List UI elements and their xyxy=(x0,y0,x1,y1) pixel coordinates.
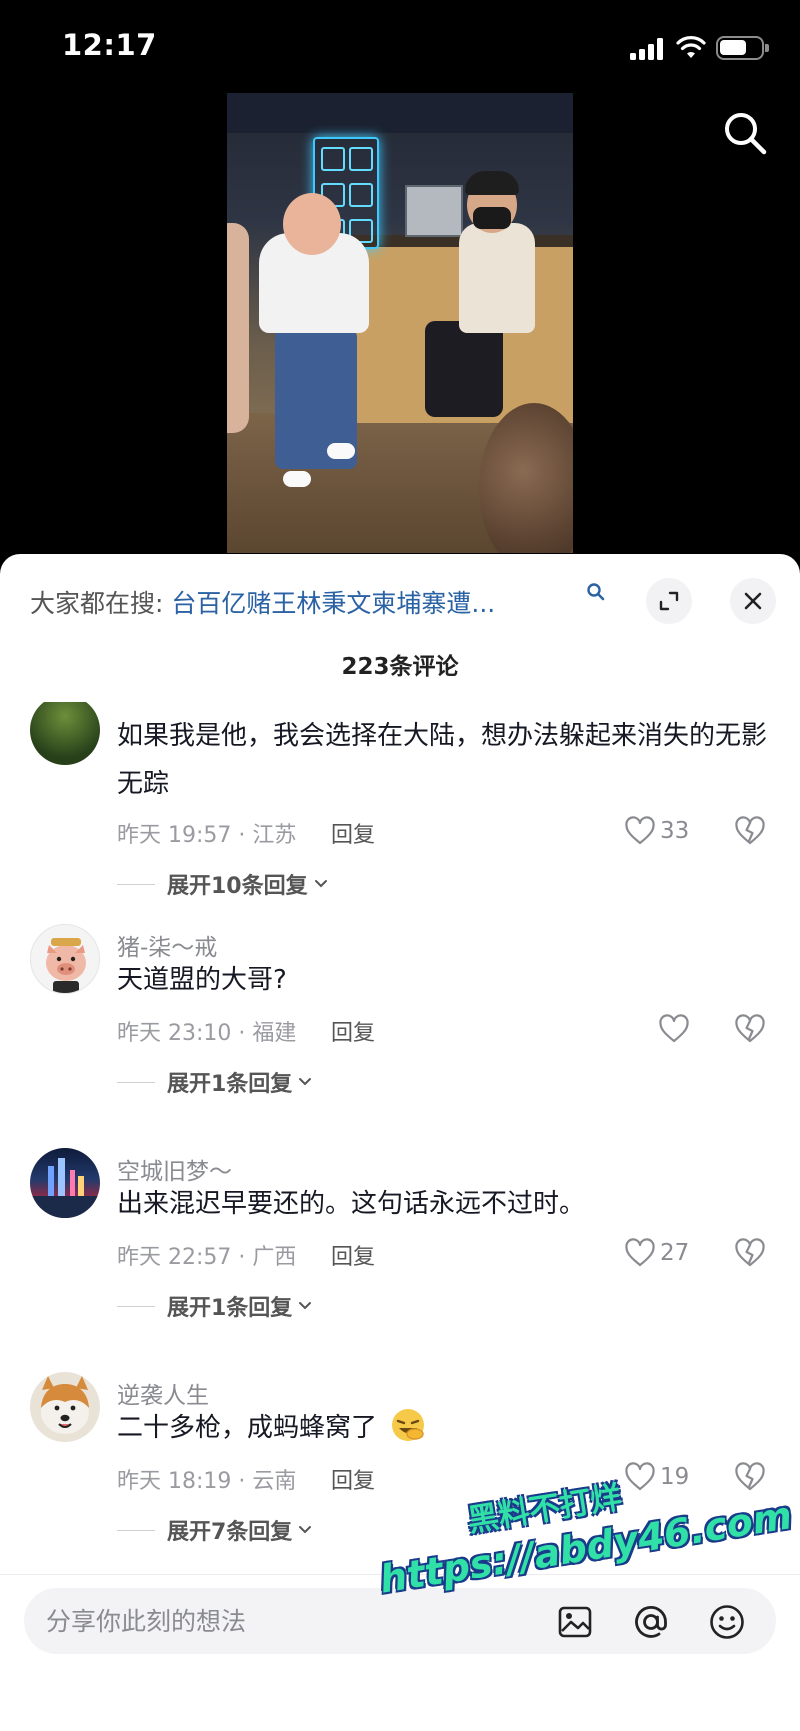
expand-replies[interactable]: 展开10条回复 xyxy=(117,868,328,900)
like-count: 27 xyxy=(660,1240,690,1266)
close-icon xyxy=(744,592,762,610)
like-button[interactable]: 19 xyxy=(624,1460,689,1494)
comment-text: 出来混迟早要还的。这句话永远不过时。 xyxy=(117,1189,586,1219)
reply-button[interactable]: 回复 xyxy=(331,1239,375,1271)
comment-text: 如果我是他，我会选择在大陆，想办法躲起来消失的无影无踪 xyxy=(117,721,768,799)
expand-replies[interactable]: 展开1条回复 xyxy=(117,1066,312,1098)
comment-text: 天道盟的大哥? xyxy=(117,965,287,995)
like-count: 19 xyxy=(660,1464,690,1490)
heart-icon xyxy=(625,1462,655,1491)
status-bar: 12:17 xyxy=(0,0,800,92)
comment-item: 空城旧梦～ 出来混迟早要还的。这句话永远不过时。 昨天 22:57 · 广西 回… xyxy=(0,1148,800,1358)
comment-meta: 昨天 23:10 · 福建 xyxy=(117,1021,297,1046)
expand-replies-label: 展开1条回复 xyxy=(167,1072,293,1097)
trending-search-prefix: 大家都在搜: xyxy=(30,589,164,618)
comment-meta: 昨天 19:57 · 江苏 xyxy=(117,823,297,848)
expand-icon xyxy=(659,591,679,611)
chevron-down-icon xyxy=(299,1302,312,1310)
avatar[interactable] xyxy=(30,924,100,994)
chevron-down-icon xyxy=(314,880,327,888)
comment-meta: 昨天 22:57 · 广西 xyxy=(117,1245,297,1270)
trending-search-query[interactable]: 台百亿赌王林秉文柬埔寨遭... xyxy=(171,589,495,618)
like-button[interactable] xyxy=(658,1012,694,1046)
heart-icon xyxy=(625,1238,655,1267)
expand-replies[interactable]: 展开7条回复 xyxy=(117,1514,312,1546)
comment-input-bar xyxy=(24,1588,776,1654)
comment-item: 猪-柒～戒 天道盟的大哥? 昨天 23:10 · 福建 回复 展开1条回复 xyxy=(0,924,800,1134)
like-button[interactable]: 33 xyxy=(624,814,689,848)
expand-replies-label: 展开1条回复 xyxy=(167,1296,293,1321)
expand-replies[interactable]: 展开1条回复 xyxy=(117,1290,312,1322)
comment-item: 如果我是他，我会选择在大陆，想办法躲起来消失的无影无踪 昨天 19:57 · 江… xyxy=(0,702,800,899)
trending-search[interactable]: 大家都在搜: 台百亿赌王林秉文柬埔寨遭... xyxy=(30,584,495,620)
emoji-icon[interactable] xyxy=(708,1603,746,1641)
avatar[interactable] xyxy=(30,702,100,765)
heart-icon xyxy=(625,816,655,845)
heart-icon xyxy=(659,1014,689,1043)
avatar[interactable] xyxy=(30,1372,100,1442)
broken-heart-icon[interactable] xyxy=(734,816,766,846)
at-icon[interactable] xyxy=(632,1603,670,1641)
status-time: 12:17 xyxy=(62,28,157,62)
image-icon[interactable] xyxy=(556,1603,594,1641)
comment-input[interactable] xyxy=(46,1588,546,1654)
comment-item: 逆袭人生 二十多枪，成蚂蜂窝了 昨天 18:19 · 云南 回复 19 展开7条 xyxy=(0,1372,800,1582)
comment-list[interactable]: 如果我是他，我会选择在大陆，想办法躲起来消失的无影无踪 昨天 19:57 · 江… xyxy=(0,702,800,1622)
chevron-down-icon xyxy=(299,1078,312,1086)
video-player[interactable] xyxy=(227,93,573,553)
broken-heart-icon[interactable] xyxy=(734,1462,766,1492)
battery-icon xyxy=(716,36,769,60)
reply-button[interactable]: 回复 xyxy=(331,1463,375,1495)
expand-replies-label: 展开10条回复 xyxy=(167,874,308,899)
comment-text-row: 二十多枪，成蚂蜂窝了 xyxy=(117,1404,427,1452)
signal-icon xyxy=(630,38,664,60)
expand-replies-label: 展开7条回复 xyxy=(167,1520,293,1545)
divider xyxy=(0,1574,800,1575)
comment-count: 223条评论 xyxy=(341,654,459,680)
broken-heart-icon[interactable] xyxy=(734,1238,766,1268)
like-count: 33 xyxy=(660,818,690,844)
chevron-down-icon xyxy=(299,1526,312,1534)
search-icon[interactable] xyxy=(586,582,606,602)
comment-meta: 昨天 18:19 · 云南 xyxy=(117,1469,297,1494)
comment-sheet: 大家都在搜: 台百亿赌王林秉文柬埔寨遭... 223条评论 如果我是他，我会选择… xyxy=(0,554,800,1731)
expand-button[interactable] xyxy=(646,578,692,624)
close-button[interactable] xyxy=(730,578,776,624)
laughing-emoji-icon xyxy=(392,1409,425,1441)
reply-button[interactable]: 回复 xyxy=(331,817,375,849)
search-icon[interactable] xyxy=(722,110,768,156)
like-button[interactable]: 27 xyxy=(624,1236,689,1270)
broken-heart-icon[interactable] xyxy=(734,1014,766,1044)
avatar[interactable] xyxy=(30,1148,100,1218)
wifi-icon xyxy=(676,36,706,58)
comment-text: 二十多枪，成蚂蜂窝了 xyxy=(117,1413,378,1443)
reply-button[interactable]: 回复 xyxy=(331,1015,375,1047)
